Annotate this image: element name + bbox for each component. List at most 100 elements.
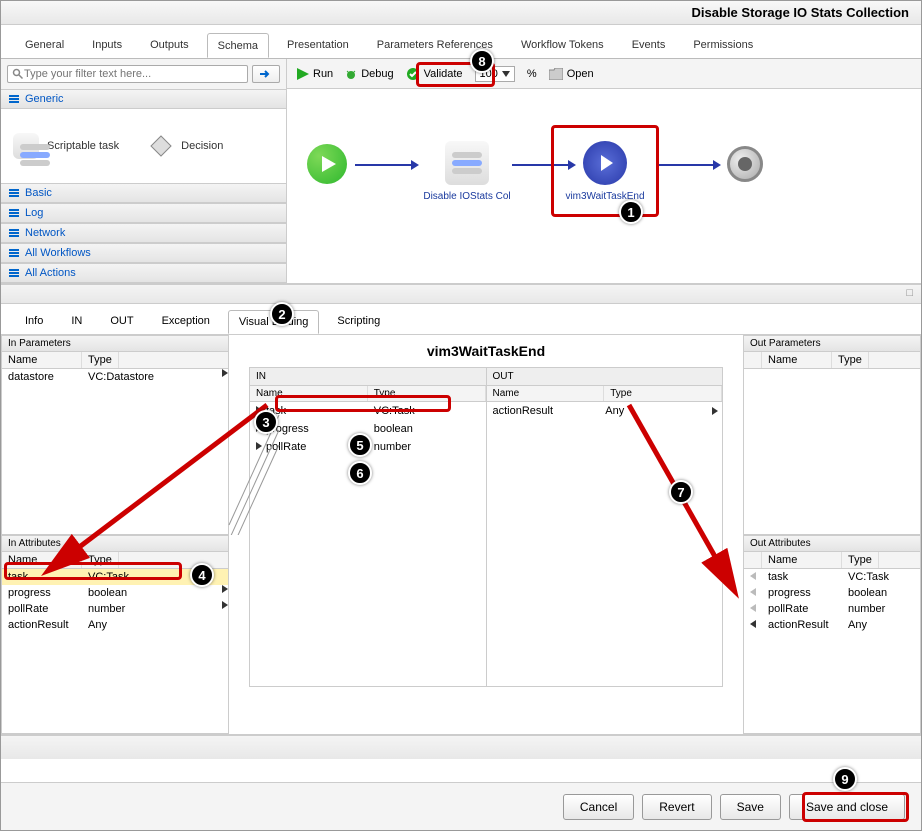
in-attributes-table: NameType taskVC:Task progressboolean pol… [2,552,228,633]
tab-outputs[interactable]: Outputs [140,33,199,58]
left-panel: In Parameters NameType datastoreVC:Datas… [1,335,229,734]
palette-filter-input-wrap[interactable] [7,65,248,83]
category-all-actions[interactable]: All Actions [1,263,286,283]
in-box-header: IN [250,368,486,386]
save-and-close-button[interactable]: Save and close [789,794,905,820]
out-parameters-header: Out Parameters [744,336,920,352]
palette-decision[interactable]: Decision [149,129,223,163]
category-network[interactable]: Network [1,223,286,243]
divider-bar[interactable] [1,284,921,304]
end-icon [727,146,763,182]
callout-8: 8 [470,49,494,73]
list-icon [9,269,19,277]
table-row[interactable]: progressboolean [2,585,228,601]
save-button[interactable]: Save [720,794,781,820]
table-row[interactable]: actionResultAny [2,617,228,633]
out-parameters-table: NameType [744,352,920,369]
scriptable-task-icon [13,133,39,159]
category-basic[interactable]: Basic [1,183,286,203]
in-parameters-header: In Parameters [2,336,228,352]
tab-permissions[interactable]: Permissions [683,33,763,58]
tab-inputs[interactable]: Inputs [82,33,132,58]
chevron-left-icon [750,588,756,596]
table-row[interactable]: taskVC:Task [250,402,486,420]
category-all-workflows[interactable]: All Workflows [1,243,286,263]
tab-presentation[interactable]: Presentation [277,33,359,58]
chevron-right-icon [256,442,262,450]
category-log[interactable]: Log [1,203,286,223]
validate-button[interactable]: Validate [406,67,463,81]
tab-general[interactable]: General [15,33,74,58]
gear-node[interactable]: vim3WaitTaskEnd [555,141,655,202]
in-column: IN NameType taskVC:Task progressboolean … [250,368,487,686]
table-row[interactable]: actionResultAny [744,617,920,633]
tab-workflow-tokens[interactable]: Workflow Tokens [511,33,614,58]
script-icon [445,141,489,185]
tab-exception[interactable]: Exception [152,310,220,334]
filter-go-button[interactable] [252,65,280,83]
right-panel: Out Parameters NameType Out Attributes N… [743,335,921,734]
tab-schema[interactable]: Schema [207,33,269,58]
chevron-left-icon [750,620,756,628]
top-tab-bar: General Inputs Outputs Schema Presentati… [1,25,921,59]
flow-arrow-1 [355,164,417,166]
callout-7: 7 [669,480,693,504]
start-node[interactable] [307,144,347,184]
gear-icon [583,141,627,185]
script-node[interactable]: Disable IOStats Col [417,141,517,202]
flow-arrow-3 [657,164,719,166]
table-row[interactable]: progressboolean [744,585,920,601]
chevron-down-icon [502,71,510,77]
tab-in[interactable]: IN [61,310,92,334]
in-attributes-header: In Attributes [2,536,228,552]
run-button[interactable]: Run [297,68,333,80]
tab-events[interactable]: Events [622,33,676,58]
open-button[interactable]: Open [549,68,594,80]
table-row[interactable]: taskVC:Task [744,569,920,585]
category-generic[interactable]: Generic [1,89,286,109]
revert-button[interactable]: Revert [642,794,711,820]
list-icon [9,229,19,237]
start-icon [307,144,347,184]
arrow-right-icon [259,69,273,79]
status-bar [1,735,921,759]
chevron-right-icon [222,601,228,609]
callout-6: 6 [348,461,372,485]
palette-filter-input[interactable] [24,68,243,80]
folder-icon [549,68,563,80]
tab-scripting[interactable]: Scripting [327,310,390,334]
table-row[interactable]: datastoreVC:Datastore [2,369,228,385]
tab-out[interactable]: OUT [100,310,143,334]
schema-area: Generic Scriptable task Decision Basic L… [1,59,921,284]
inout-wrapper: IN NameType taskVC:Task progressboolean … [249,367,723,687]
palette-scriptable-task[interactable]: Scriptable task [13,129,119,163]
table-row[interactable]: pollRatenumber [2,601,228,617]
mid-tab-bar: Info IN OUT Exception Visual Binding Scr… [1,304,921,335]
list-icon [9,95,19,103]
decision-icon [149,134,173,158]
callout-5: 5 [348,433,372,457]
in-parameters-block: In Parameters NameType datastoreVC:Datas… [1,335,229,535]
debug-button[interactable]: Debug [345,68,393,80]
end-node[interactable] [727,146,763,182]
table-row[interactable]: actionResultAny [487,402,723,420]
tab-info[interactable]: Info [15,310,53,334]
palette-panel: Generic Scriptable task Decision Basic L… [1,59,287,283]
check-circle-icon [406,67,420,81]
workflow-canvas[interactable]: Disable IOStats Col vim3WaitTaskEnd [287,89,921,283]
callout-3: 3 [254,410,278,434]
table-row[interactable]: pollRatenumber [744,601,920,617]
palette-filter-row [1,59,286,89]
out-attributes-block: Out Attributes NameType taskVC:Task prog… [743,535,921,734]
out-attributes-header: Out Attributes [744,536,920,552]
window-title-bar: Disable Storage IO Stats Collection [1,1,921,25]
callout-9: 9 [833,767,857,791]
list-icon [9,189,19,197]
out-parameters-block: Out Parameters NameType [743,335,921,535]
chevron-left-icon [750,572,756,580]
cancel-button[interactable]: Cancel [563,794,634,820]
callout-2: 2 [270,302,294,326]
out-box-header: OUT [487,368,723,386]
list-icon [9,249,19,257]
chevron-right-icon [222,585,228,593]
